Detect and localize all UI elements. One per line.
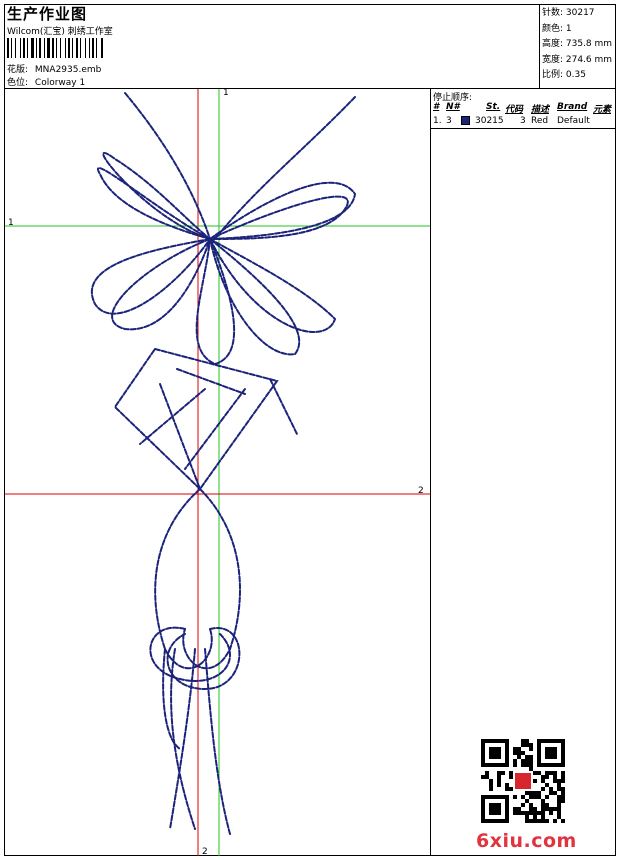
row-stitches: 30215: [475, 116, 504, 126]
stop-sequence-row: 1. 3 30215 3 Red Default: [433, 116, 616, 127]
row-brand: Default: [557, 116, 590, 126]
stitch-path: [209, 238, 301, 356]
barcode: [7, 38, 103, 58]
col-index: #: [433, 102, 440, 112]
site-watermark: 6xiu.com: [476, 830, 577, 852]
stop-sequence-header: # N# St. 代码 描述 Brand 元素: [433, 102, 616, 115]
colorway-name: Colorway 1: [34, 78, 86, 88]
col-desc: 描述: [531, 105, 550, 115]
design-scale: 比例: 0.35: [542, 70, 586, 80]
axis-h-label-1: 1: [8, 218, 14, 228]
colorway-row: 色位: Colorway 1: [7, 75, 85, 88]
stitch-path: [159, 383, 201, 490]
sidebar-divider: [430, 88, 431, 856]
axis-h-label-2: 2: [418, 486, 424, 496]
qr-logo-stamp: [515, 773, 531, 789]
stitch-path: [113, 347, 279, 491]
design-width: 宽度: 274.6 mm: [542, 54, 613, 65]
stitch-path: [176, 368, 246, 395]
row-desc: Red: [531, 116, 549, 126]
stitch-count: 针数: 30217: [542, 8, 595, 18]
axis-v-label-2: 2: [202, 847, 208, 857]
design-file-label: 花版:: [7, 65, 29, 75]
stitch-path: [149, 626, 231, 682]
col-code: 代码: [505, 105, 524, 115]
qr-code: [481, 739, 565, 823]
stitch-path: [184, 388, 246, 470]
design-file-row: 花版: MNA2935.emb: [7, 62, 101, 75]
row-code: 3: [520, 116, 526, 126]
col-element: 元素: [593, 105, 612, 115]
stitch-path: [139, 388, 206, 445]
color-swatch: [461, 116, 470, 125]
col-stitches: St.: [486, 102, 501, 112]
axis-v-label-1: 1: [223, 88, 229, 98]
stitch-path: [209, 181, 357, 240]
stitch-path: [124, 92, 211, 240]
colorway-label: 色位:: [7, 78, 29, 88]
row-needle: 3: [446, 116, 452, 126]
embroidery-preview: [5, 89, 430, 856]
table-divider: [430, 128, 616, 129]
color-count: 颜色: 1: [542, 23, 572, 34]
page-title: 生产作业图: [7, 5, 88, 23]
design-stats: 针数: 30217 颜色: 1 高度: 735.8 mm 宽度: 274.6 m…: [542, 6, 612, 84]
design-file-name: MNA2935.emb: [34, 65, 102, 75]
stitch-path: [269, 378, 298, 435]
stitch-path: [111, 238, 211, 331]
stitch-path: [204, 648, 231, 835]
row-index: 1.: [433, 116, 442, 126]
design-height: 高度: 735.8 mm: [542, 39, 613, 49]
stitch-path: [91, 238, 211, 315]
company-name: Wilcom(汇宝) 刺绣工作室: [7, 27, 113, 37]
stitch-path: [97, 167, 211, 240]
stats-divider: [539, 4, 540, 89]
col-needle: N#: [446, 102, 460, 112]
stitch-path: [209, 238, 337, 333]
col-brand: Brand: [557, 102, 588, 112]
